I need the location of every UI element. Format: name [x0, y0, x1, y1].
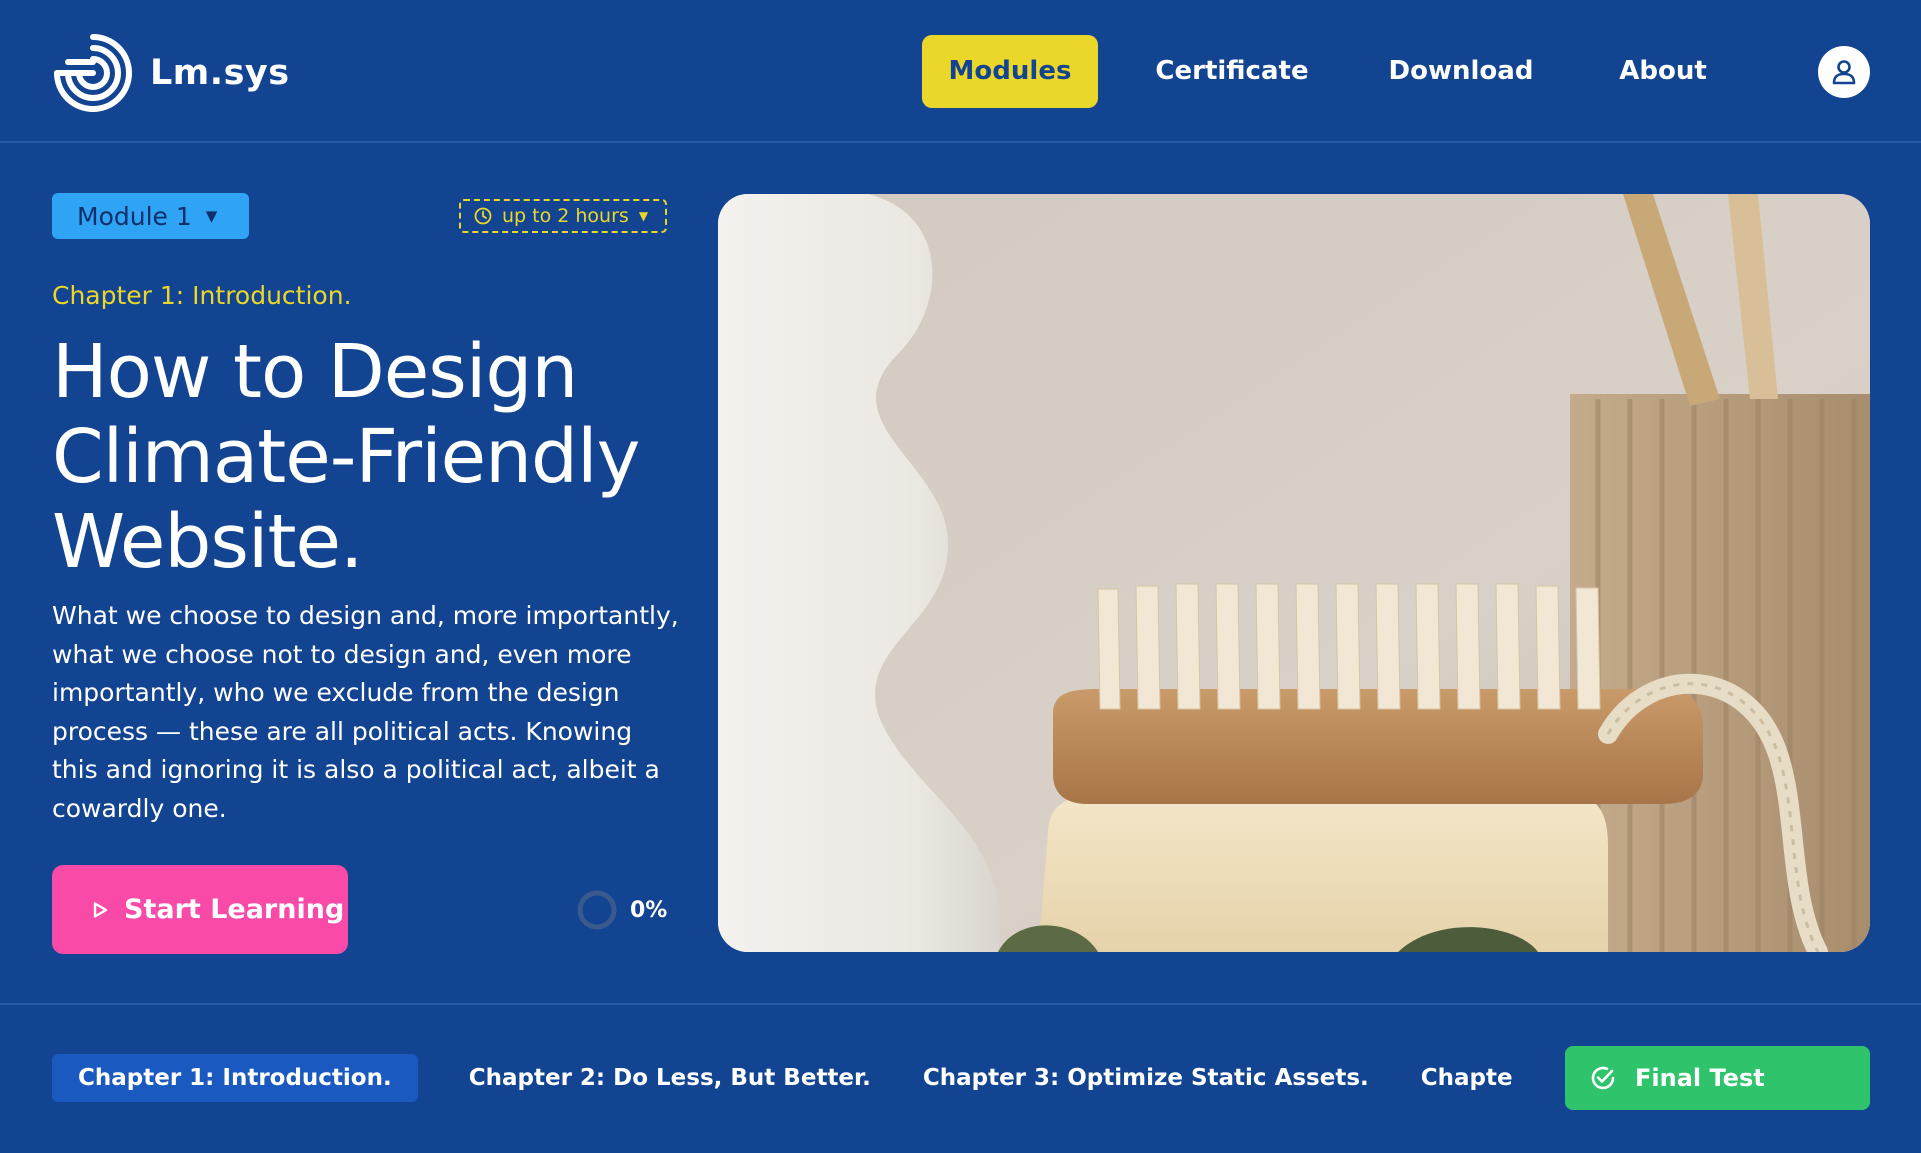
- chapter-tab-5[interactable]: Chapter 5: Use AI: [1395, 1054, 1512, 1102]
- clock-icon: [474, 207, 492, 225]
- page-title: How to Design Climate-Friendly Website.: [52, 329, 640, 585]
- caret-down-icon: ▼: [205, 207, 218, 225]
- top-navbar: Lm.sys Modules Certificate Download Abou…: [0, 0, 1921, 143]
- hero-illustration: [718, 194, 1870, 952]
- start-learning-button[interactable]: Start Learning: [52, 865, 348, 954]
- module-dropdown-label: Module 1: [77, 201, 192, 231]
- final-test-label: Final Test: [1635, 1064, 1765, 1092]
- user-icon: [1832, 60, 1856, 85]
- hero-image: [718, 194, 1870, 952]
- duration-dropdown[interactable]: up to 2 hours ▼: [459, 199, 667, 233]
- progress-value: 0%: [630, 897, 668, 923]
- profile-button[interactable]: [1818, 46, 1870, 98]
- start-learning-label: Start Learning: [124, 894, 345, 925]
- final-test-button[interactable]: Final Test: [1565, 1046, 1870, 1110]
- nav-download[interactable]: Download: [1386, 35, 1536, 108]
- module-description: What we choose to design and, more impor…: [52, 601, 679, 823]
- duration-label: up to 2 hours: [502, 205, 629, 227]
- chapter-tab-2[interactable]: Chapter 2: Do Less, But Better.: [443, 1054, 897, 1102]
- chapter-tab-1[interactable]: Chapter 1: Introduction.: [52, 1054, 418, 1102]
- section-divider: [0, 1003, 1921, 1005]
- progress-indicator: 0%: [576, 889, 667, 931]
- spiral-logo-icon: [54, 34, 132, 112]
- chapter-tab-3[interactable]: Chapter 3: Optimize Static Assets.: [897, 1054, 1395, 1102]
- caret-down-icon: ▼: [638, 209, 649, 223]
- chapter-label: Chapter 1: Introduction.: [52, 281, 352, 310]
- chapter-tabs: Chapter 1: Introduction. Chapter 2: Do L…: [52, 1054, 1512, 1102]
- nav-modules[interactable]: Modules: [922, 35, 1098, 108]
- nav-about[interactable]: About: [1612, 35, 1714, 108]
- play-icon: [93, 901, 108, 918]
- brand-name: Lm.sys: [150, 53, 290, 93]
- module-dropdown[interactable]: Module 1 ▼: [52, 193, 249, 239]
- progress-ring-icon: [577, 890, 617, 930]
- check-circle-icon: [1591, 1066, 1615, 1090]
- brand-logo[interactable]: Lm.sys: [52, 32, 290, 114]
- nav-certificate[interactable]: Certificate: [1152, 35, 1312, 108]
